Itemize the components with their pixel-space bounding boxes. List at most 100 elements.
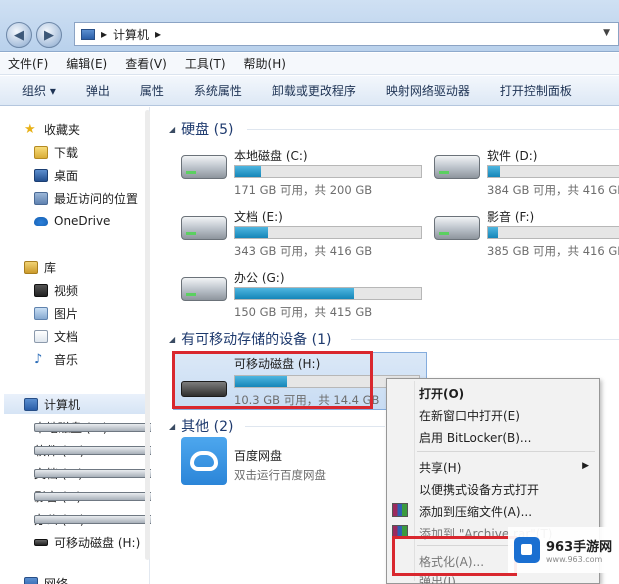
sidebar-item-videos[interactable]: 视频 bbox=[34, 280, 78, 300]
onedrive-cloud-icon bbox=[34, 216, 48, 226]
menu-item-open[interactable]: 打开(O) bbox=[419, 385, 464, 402]
drive-d[interactable]: 软件 (D:) 384 GB 可用，共 416 GB bbox=[404, 137, 619, 197]
drive-usage-bar bbox=[487, 165, 619, 178]
drive-name: 办公 (G:) bbox=[234, 271, 285, 285]
menu-file[interactable]: 文件(F) bbox=[8, 55, 48, 72]
hard-drive-icon bbox=[434, 155, 480, 179]
menu-item-share[interactable]: 共享(H) bbox=[419, 459, 461, 476]
command-bar: 组织 ▾ 弹出 属性 系统属性 卸载或更改程序 映射网络驱动器 打开控制面板 bbox=[0, 76, 619, 106]
organize-button[interactable]: 组织 ▾ bbox=[22, 82, 56, 99]
baidu-netdisk-icon[interactable] bbox=[181, 437, 227, 485]
breadcrumb-computer[interactable]: 计算机 bbox=[113, 26, 149, 43]
menu-item-open-new-window[interactable]: 在新窗口中打开(E) bbox=[419, 407, 520, 424]
cloud-icon bbox=[190, 451, 218, 471]
sidebar-item-label: 最近访问的位置 bbox=[54, 191, 139, 206]
group-divider bbox=[247, 129, 619, 130]
menu-item-bitlocker[interactable]: 启用 BitLocker(B)... bbox=[419, 429, 531, 446]
sidebar-item-favorites[interactable]: ★ 收藏夹 bbox=[24, 119, 80, 139]
drive-name: 影音 (F:) bbox=[487, 210, 535, 224]
drive-name: 文档 (E:) bbox=[234, 210, 283, 224]
collapse-caret-icon[interactable]: ◢ bbox=[169, 125, 175, 134]
sidebar-item-drive-c[interactable]: 本地磁盘 (C:) bbox=[34, 417, 274, 437]
open-control-panel-button[interactable]: 打开控制面板 bbox=[500, 82, 572, 99]
sidebar-item-pictures[interactable]: 图片 bbox=[34, 303, 78, 323]
group-divider bbox=[351, 339, 619, 340]
sidebar-item-documents[interactable]: 文档 bbox=[34, 326, 78, 346]
usb-drive-icon bbox=[34, 538, 48, 546]
menu-item-open-portable[interactable]: 以便携式设备方式打开 bbox=[419, 481, 539, 498]
eject-button[interactable]: 弹出 bbox=[86, 82, 110, 99]
computer-icon bbox=[24, 397, 38, 411]
hard-drive-icon bbox=[181, 216, 227, 240]
drive-space-info: 384 GB 可用，共 416 GB bbox=[487, 183, 619, 197]
hard-drive-icon bbox=[181, 155, 227, 179]
forward-button[interactable]: ▶ bbox=[36, 22, 62, 48]
breadcrumb-separator-2[interactable]: ▸ bbox=[155, 27, 161, 41]
menu-item-add-archive[interactable]: 添加到压缩文件(A)... bbox=[419, 503, 532, 520]
sidebar-item-computer[interactable]: 计算机 bbox=[4, 394, 146, 414]
sidebar-item-libraries[interactable]: 库 bbox=[24, 257, 56, 277]
sidebar-item-label: 计算机 bbox=[44, 397, 81, 412]
baidu-netdisk-desc: 双击运行百度网盘 bbox=[234, 468, 326, 482]
menu-tools[interactable]: 工具(T) bbox=[185, 55, 226, 72]
drive-space-info: 171 GB 可用，共 200 GB bbox=[234, 183, 373, 197]
sidebar-scrollbar[interactable] bbox=[145, 110, 150, 560]
menu-edit[interactable]: 编辑(E) bbox=[66, 55, 107, 72]
sidebar-item-label: 文档 bbox=[54, 329, 79, 344]
library-icon bbox=[24, 260, 38, 274]
group-header-hard-disks[interactable]: ◢ 硬盘 (5) bbox=[169, 119, 233, 139]
drive-usage-fill bbox=[235, 288, 355, 299]
drive-f[interactable]: 影音 (F:) 385 GB 可用，共 416 GB bbox=[404, 198, 619, 258]
address-dropdown-icon[interactable]: ▼ bbox=[603, 28, 610, 38]
group-title: 硬盘 (5) bbox=[181, 122, 234, 138]
sidebar-item-drive-h[interactable]: 可移动磁盘 (H:) bbox=[34, 532, 140, 552]
menu-view[interactable]: 查看(V) bbox=[125, 55, 167, 72]
collapse-caret-icon[interactable]: ◢ bbox=[169, 422, 175, 431]
sidebar-item-desktop[interactable]: 桌面 bbox=[34, 165, 78, 185]
pictures-icon bbox=[34, 306, 48, 320]
forward-arrow-icon: ▶ bbox=[44, 27, 54, 43]
sidebar-item-drive-g[interactable]: 办公 (G:) bbox=[34, 509, 274, 529]
sidebar-item-network[interactable]: 网络 bbox=[24, 573, 68, 584]
sidebar-item-drive-d[interactable]: 软件 (D:) bbox=[34, 440, 274, 460]
drive-c[interactable]: 本地磁盘 (C:) 171 GB 可用，共 200 GB bbox=[151, 137, 422, 197]
computer-icon bbox=[81, 28, 95, 40]
back-button[interactable]: ◀ bbox=[6, 22, 32, 48]
drive-usage-bar bbox=[234, 287, 422, 300]
map-network-drive-button[interactable]: 映射网络驱动器 bbox=[386, 82, 470, 99]
drive-usage-bar bbox=[487, 226, 619, 239]
baidu-netdisk-name[interactable]: 百度网盘 bbox=[234, 447, 282, 464]
sidebar-item-music[interactable]: ♪ 音乐 bbox=[34, 349, 78, 369]
menu-separator bbox=[417, 451, 595, 452]
drive-e[interactable]: 文档 (E:) 343 GB 可用，共 416 GB bbox=[151, 198, 422, 258]
group-header-other[interactable]: ◢ 其他 (2) bbox=[169, 416, 233, 436]
watermark-title: 963手游网 bbox=[546, 540, 613, 555]
sidebar-item-drive-f[interactable]: 影音 (F:) bbox=[34, 486, 274, 506]
drive-space-info: 343 GB 可用，共 416 GB bbox=[234, 244, 373, 258]
system-properties-button[interactable]: 系统属性 bbox=[194, 82, 242, 99]
uninstall-program-button[interactable]: 卸载或更改程序 bbox=[272, 82, 356, 99]
collapse-caret-icon[interactable]: ◢ bbox=[169, 335, 175, 344]
site-logo-icon bbox=[514, 537, 540, 563]
navigation-pane: ★ 收藏夹 下载 桌面 最近访问的位置 OneDrive 库 视频 图片 文档 … bbox=[0, 107, 274, 584]
recent-places-icon bbox=[34, 191, 48, 205]
properties-button[interactable]: 属性 bbox=[140, 82, 164, 99]
documents-icon bbox=[34, 329, 48, 343]
menu-help[interactable]: 帮助(H) bbox=[244, 55, 286, 72]
sidebar-item-recent[interactable]: 最近访问的位置 bbox=[34, 188, 138, 208]
sidebar-item-onedrive[interactable]: OneDrive bbox=[34, 211, 110, 231]
group-title: 其他 (2) bbox=[181, 419, 234, 435]
drive-space-info: 385 GB 可用，共 416 GB bbox=[487, 244, 619, 258]
sidebar-item-drive-e[interactable]: 文档 (E:) bbox=[34, 463, 274, 483]
watermark-url: www.963.com bbox=[546, 555, 603, 564]
address-field[interactable]: ▸ 计算机 ▸ ▼ bbox=[74, 22, 619, 46]
drive-name: 软件 (D:) bbox=[487, 149, 538, 163]
sidebar-item-label: 可移动磁盘 (H:) bbox=[54, 535, 141, 550]
drive-g[interactable]: 办公 (G:) 150 GB 可用，共 415 GB bbox=[151, 259, 422, 319]
sidebar-item-label: 库 bbox=[44, 260, 57, 275]
sidebar-item-label: 视频 bbox=[54, 283, 79, 298]
drive-name: 本地磁盘 (C:) bbox=[234, 149, 308, 163]
hard-drive-icon bbox=[434, 216, 480, 240]
sidebar-item-downloads[interactable]: 下载 bbox=[34, 142, 78, 162]
site-watermark: 963手游网 www.963.com bbox=[508, 527, 619, 573]
